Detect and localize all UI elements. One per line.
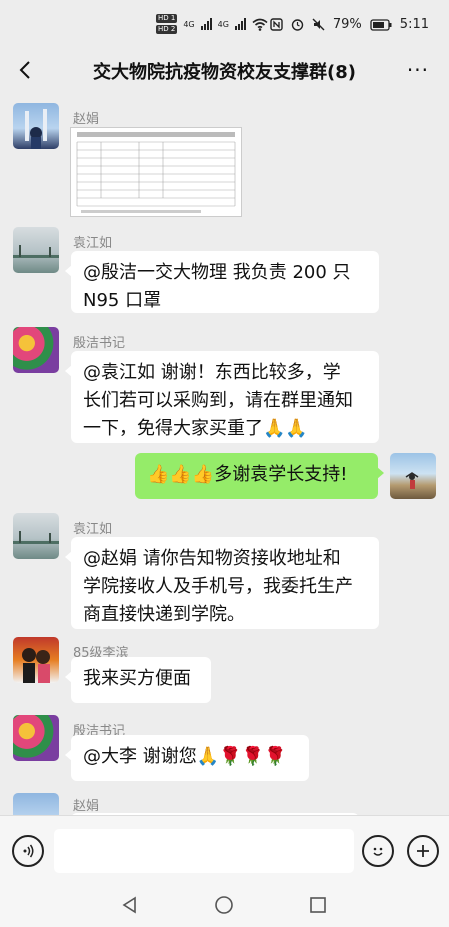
wifi-icon <box>252 18 268 31</box>
status-left: HD 1 HD 2 4G 4G <box>156 14 268 34</box>
square-recent-icon[interactable] <box>308 895 328 915</box>
more-dots-icon[interactable]: ··· <box>407 58 429 82</box>
message-line: @袁江如 谢谢！东西比较多，学 <box>83 362 341 383</box>
system-navigation <box>0 885 449 927</box>
avatar[interactable] <box>13 513 59 559</box>
message-line: @赵娟 请你告知物资接收地址和 <box>83 548 341 569</box>
plus-icon[interactable] <box>407 835 439 867</box>
shared-image[interactable] <box>70 127 242 217</box>
sender-name: 赵娟 <box>73 112 100 127</box>
message-line: 我来买方便面 <box>83 668 191 689</box>
avatar[interactable] <box>13 637 59 683</box>
message-bubble[interactable]: @袁江如 谢谢！东西比较多，学 长们若可以采购到，请在群里通知 一下，免得大家买… <box>65 351 379 443</box>
chat-title: 交大物院抗疫物资校友支撑群(8) <box>93 62 356 83</box>
avatar[interactable] <box>13 715 59 761</box>
battery-icon <box>370 18 392 31</box>
signal-icon-2 <box>234 18 246 30</box>
status-right: 79% 5:11 <box>270 17 429 32</box>
sender-name: 赵娟 <box>73 799 100 814</box>
clock: 5:11 <box>399 17 429 32</box>
avatar[interactable] <box>13 227 59 273</box>
network-label-1: 4G <box>183 19 195 29</box>
avatar[interactable] <box>13 103 59 149</box>
hd-indicator: HD 1 HD 2 <box>156 14 178 34</box>
message-list[interactable]: 赵娟 袁江如 @殷洁一交大物理 我负责 200 只 N95 口罩 殷洁书记 @袁… <box>0 93 449 815</box>
message-input[interactable] <box>54 829 354 873</box>
chat-header: 交大物院抗疫物资校友支撑群(8) ··· <box>0 48 449 93</box>
message-bubble-self[interactable]: 👍👍👍多谢袁学长支持! <box>135 453 384 499</box>
message-bubble[interactable]: 我来买方便面 <box>65 657 211 703</box>
message-bubble[interactable]: @大李 谢谢您🙏🌹🌹🌹 <box>65 735 309 781</box>
message-line: 长们若可以采购到，请在群里通知 <box>83 390 353 411</box>
hd1-label: HD 1 <box>156 14 178 23</box>
nfc-icon <box>270 18 283 31</box>
emoji-face-icon[interactable] <box>362 835 394 867</box>
message-bubble[interactable]: @殷洁一交大物理 我负责 200 只 N95 口罩 <box>65 251 379 313</box>
avatar-self[interactable] <box>390 453 436 499</box>
message-line: @大李 谢谢您🙏🌹🌹🌹 <box>83 746 287 767</box>
avatar[interactable] <box>13 327 59 373</box>
circle-home-icon[interactable] <box>214 895 234 915</box>
message-line: 一下，免得大家买重了🙏🙏 <box>83 418 308 439</box>
chevron-left-icon[interactable] <box>14 58 38 82</box>
mute-icon <box>312 18 325 31</box>
message-line: 👍👍👍多谢袁学长支持! <box>147 464 348 485</box>
battery-percent: 79% <box>332 17 362 32</box>
alarm-icon <box>291 19 304 31</box>
sender-name: 袁江如 <box>73 236 113 251</box>
status-bar: HD 1 HD 2 4G 4G 79% 5:11 <box>0 0 449 48</box>
avatar[interactable] <box>13 793 59 815</box>
message-bubble[interactable]: @赵娟 请你告知物资接收地址和 学院接收人及手机号，我委托生产 商直接快递到学院… <box>65 537 379 629</box>
hd2-label: HD 2 <box>156 25 178 34</box>
message-line: 学院接收人及手机号，我委托生产 <box>83 576 353 597</box>
network-label-2: 4G <box>217 19 229 29</box>
sender-name: 袁江如 <box>73 522 113 537</box>
triangle-back-icon[interactable] <box>120 895 140 915</box>
signal-icon-1 <box>200 18 212 30</box>
message-line: 商直接快递到学院。 <box>83 604 245 625</box>
message-line: @殷洁一交大物理 我负责 200 只 <box>83 262 351 283</box>
input-bar <box>0 815 449 886</box>
voice-icon[interactable] <box>12 835 44 867</box>
sender-name: 殷洁书记 <box>73 336 126 351</box>
message-line: N95 口罩 <box>83 290 162 311</box>
